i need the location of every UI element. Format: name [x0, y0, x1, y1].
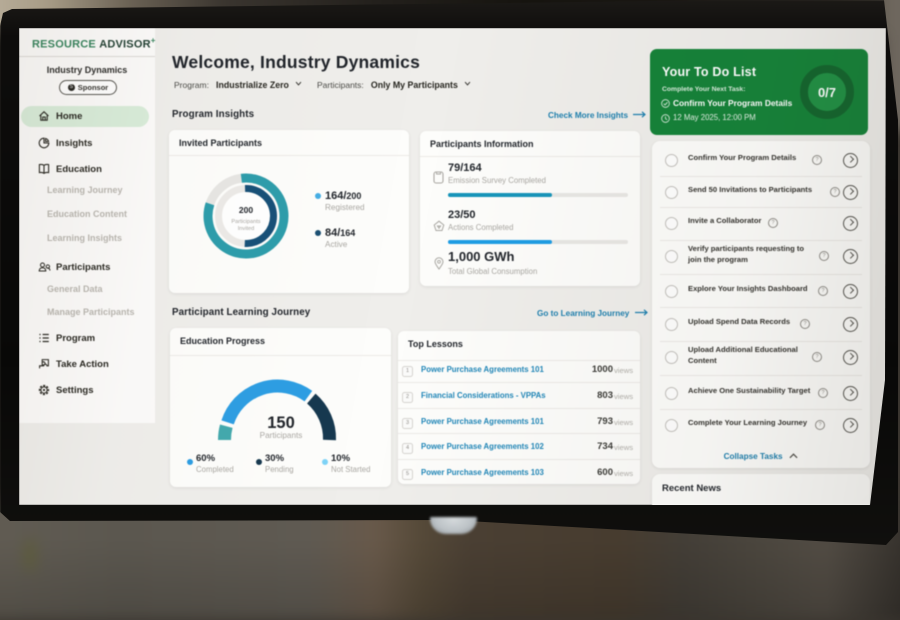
svg-text:Participants: Participants [231, 219, 260, 225]
svg-text:200: 200 [239, 205, 253, 215]
svg-text:Invited: Invited [238, 226, 254, 232]
